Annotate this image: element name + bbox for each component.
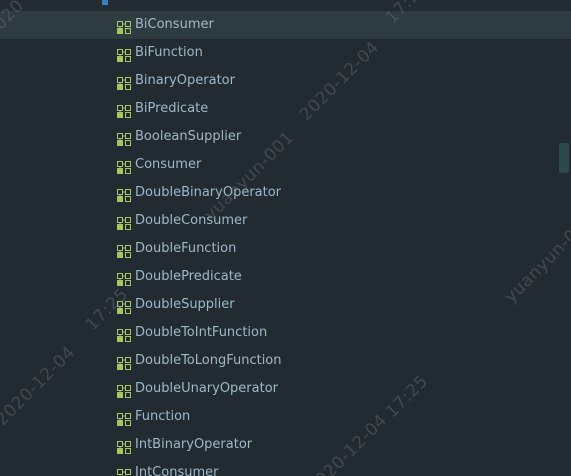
tree-item-label: BinaryOperator <box>135 73 235 88</box>
interface-icon <box>117 19 132 34</box>
tree-item[interactable]: BinaryOperator <box>0 67 571 95</box>
tree-item-label: Consumer <box>135 157 202 172</box>
tree-item-label: BiPredicate <box>135 101 209 116</box>
tree-item[interactable]: DoubleToLongFunction <box>0 347 571 375</box>
tree-item-label: IntBinaryOperator <box>135 437 253 452</box>
tree-item-label: DoubleBinaryOperator <box>135 185 282 200</box>
tree-item[interactable]: BiFunction <box>0 39 571 67</box>
interface-icon <box>117 467 132 476</box>
tree-item[interactable]: Function <box>0 403 571 431</box>
tree-item[interactable]: DoubleBinaryOperator <box>0 179 571 207</box>
tree-item[interactable]: DoubleSupplier <box>0 291 571 319</box>
interface-icon <box>117 383 132 398</box>
interface-icon <box>117 271 132 286</box>
interface-icon <box>117 215 132 230</box>
tree-item-label: IntConsumer <box>135 465 219 476</box>
scrollbar-thumb[interactable] <box>559 143 569 173</box>
tree-item-label: DoubleToIntFunction <box>135 325 268 340</box>
tree-item[interactable]: DoublePredicate <box>0 263 571 291</box>
package-icon <box>98 0 112 5</box>
tree-item-label: DoublePredicate <box>135 269 242 284</box>
interface-icon <box>117 103 132 118</box>
interface-icon <box>117 411 132 426</box>
tree-item-label: Function <box>135 409 191 424</box>
tree-item-label: BiFunction <box>135 45 203 60</box>
tree-item-label: DoubleToLongFunction <box>135 353 282 368</box>
tree-item[interactable]: BooleanSupplier <box>0 123 571 151</box>
interface-icon <box>117 159 132 174</box>
tree-item[interactable]: DoubleToIntFunction <box>0 319 571 347</box>
tree-item[interactable]: DoubleUnaryOperator <box>0 375 571 403</box>
tree-item[interactable]: DoubleConsumer <box>0 207 571 235</box>
tree-item-label: DoubleUnaryOperator <box>135 381 279 396</box>
interface-icon <box>117 131 132 146</box>
tree-item[interactable]: BiPredicate <box>0 95 571 123</box>
interface-icon <box>117 187 132 202</box>
interface-icon <box>117 47 132 62</box>
project-tree-panel: function BiConsumer BiFunction BinaryOpera… <box>0 0 571 476</box>
interface-icon <box>117 243 132 258</box>
tree-item-label: DoubleConsumer <box>135 213 248 228</box>
interface-icon <box>117 439 132 454</box>
tree-item[interactable]: IntConsumer <box>0 459 571 476</box>
tree-item-label: BooleanSupplier <box>135 129 242 144</box>
tree-item[interactable]: BiConsumer <box>0 11 571 39</box>
tree-item-label: DoubleSupplier <box>135 297 235 312</box>
tree-item[interactable]: IntBinaryOperator <box>0 431 571 459</box>
interface-icon <box>117 75 132 90</box>
interface-icon <box>117 327 132 342</box>
tree-item-label: DoubleFunction <box>135 241 237 256</box>
tree-item-label: BiConsumer <box>135 17 214 32</box>
tree-item[interactable]: Consumer <box>0 151 571 179</box>
tree-item[interactable]: DoubleFunction <box>0 235 571 263</box>
tree-node-function-package[interactable]: function <box>0 0 571 6</box>
interface-icon <box>117 299 132 314</box>
tree-node-label: function <box>117 0 170 3</box>
interface-icon <box>117 355 132 370</box>
